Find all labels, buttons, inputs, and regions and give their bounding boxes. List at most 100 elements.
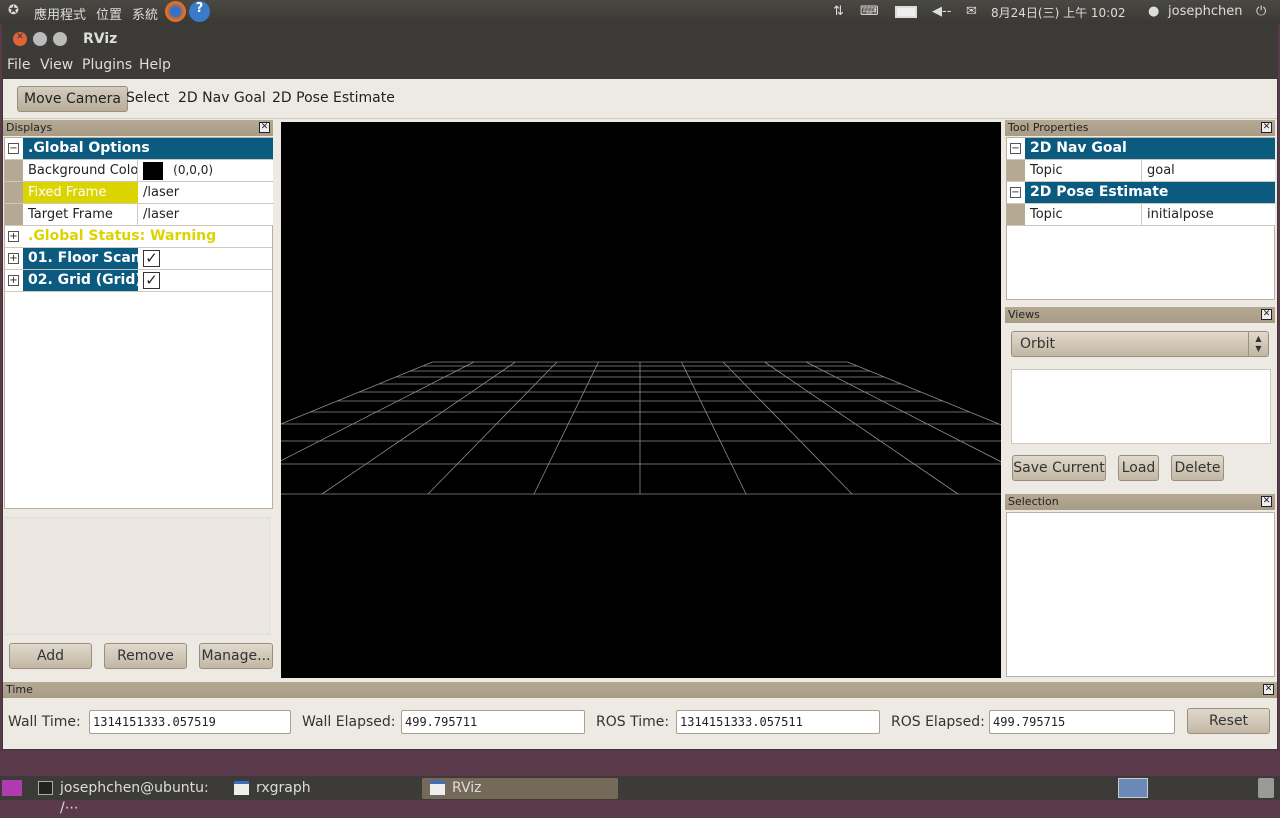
reset-button[interactable]: Reset xyxy=(1187,708,1270,734)
mail-icon[interactable]: ✉ xyxy=(966,4,977,19)
delete-button[interactable]: Delete xyxy=(1171,455,1224,481)
applications-menu[interactable]: 應用程式 xyxy=(34,4,86,23)
displays-panel-header: Displays ✕ xyxy=(3,120,273,136)
collapse-icon[interactable]: − xyxy=(1010,187,1021,198)
load-button[interactable]: Load xyxy=(1118,455,1159,481)
taskbar-rviz[interactable]: RViz xyxy=(422,778,618,799)
property-value[interactable]: /laser xyxy=(138,182,273,203)
property-name: Background Colo xyxy=(23,160,138,181)
grid-line xyxy=(321,361,516,495)
wall-elapsed-label: Wall Elapsed: xyxy=(302,714,396,730)
3d-render-view[interactable] xyxy=(281,122,1001,678)
close-window-icon[interactable]: ✕ xyxy=(13,32,27,46)
rviz-window: ✕ RViz File View Plugins Help Move Camer… xyxy=(2,24,1278,750)
collapse-icon[interactable]: − xyxy=(8,143,19,154)
display-grid[interactable]: 02. Grid (Grid) xyxy=(23,270,138,291)
move-camera-tool[interactable]: Move Camera xyxy=(17,86,128,112)
collapse-icon[interactable]: − xyxy=(1010,143,1021,154)
grid-display xyxy=(281,361,1001,495)
title-bar: ✕ RViz xyxy=(3,25,1277,53)
expand-icon[interactable]: + xyxy=(8,275,19,286)
window-icon xyxy=(234,781,249,795)
taskbar: josephchen@ubuntu: /⋯ rxgraph RViz xyxy=(0,776,1280,816)
property-name: Topic xyxy=(1025,204,1142,225)
window-icon xyxy=(430,781,445,795)
time-panel-header: Time ✕ xyxy=(3,682,1277,698)
menu-file[interactable]: File xyxy=(7,57,30,73)
tool-properties-header: Tool Properties ✕ xyxy=(1005,120,1275,136)
selection-tree xyxy=(1006,512,1275,677)
global-status[interactable]: .Global Status: Warning xyxy=(23,226,273,247)
tool-group[interactable]: 2D Pose Estimate xyxy=(1025,182,1275,203)
system-menu[interactable]: 系統 xyxy=(132,4,158,23)
selection-header: Selection ✕ xyxy=(1005,494,1275,510)
expand-icon[interactable]: + xyxy=(8,253,19,264)
minimize-window-icon[interactable] xyxy=(33,32,47,46)
close-icon[interactable]: ✕ xyxy=(1263,684,1274,695)
help-icon[interactable]: ? xyxy=(189,1,210,22)
taskbar-rxgraph[interactable]: rxgraph xyxy=(226,778,422,799)
add-button[interactable]: Add xyxy=(9,643,92,669)
tool-group[interactable]: 2D Nav Goal xyxy=(1025,138,1275,159)
wall-time-label: Wall Time: xyxy=(8,714,81,730)
keyboard-icon[interactable]: ⌨ xyxy=(860,4,879,19)
menu-plugins[interactable]: Plugins xyxy=(82,57,132,73)
grid-line xyxy=(764,361,959,495)
terminal-icon xyxy=(38,781,53,795)
grid-line xyxy=(427,361,558,495)
wall-time-field[interactable]: 1314151333.057519 xyxy=(89,710,291,734)
grid-line xyxy=(533,361,599,495)
user-status-icon[interactable]: ● xyxy=(1148,4,1159,19)
color-swatch[interactable] xyxy=(143,161,163,180)
menu-help[interactable]: Help xyxy=(139,57,171,73)
grid-line xyxy=(847,361,1001,426)
2d-nav-goal-tool[interactable]: 2D Nav Goal xyxy=(172,86,272,112)
battery-icon[interactable] xyxy=(895,6,917,18)
close-icon[interactable]: ✕ xyxy=(1261,122,1272,133)
manage-button[interactable]: Manage... xyxy=(199,643,273,669)
top-panel: ✪ 應用程式 位置 系統 ? ⇅ ⌨ ◀-- ✉ 8月24日(三) 上午 10:… xyxy=(0,0,1280,24)
network-icon[interactable]: ⇅ xyxy=(833,4,844,19)
remove-button[interactable]: Remove xyxy=(104,643,187,669)
property-value[interactable]: initialpose xyxy=(1142,204,1275,225)
volume-icon[interactable]: ◀-- xyxy=(932,4,951,19)
maximize-window-icon[interactable] xyxy=(53,32,67,46)
display-floor-scan[interactable]: 01. Floor Scan xyxy=(23,248,138,269)
global-options-category[interactable]: .Global Options xyxy=(23,138,273,159)
select-tool[interactable]: Select xyxy=(120,86,175,112)
taskbar-terminal[interactable]: josephchen@ubuntu: /⋯ xyxy=(30,778,226,816)
views-header: Views ✕ xyxy=(1005,307,1275,323)
property-name: Target Frame xyxy=(23,204,138,225)
ros-time-label: ROS Time: xyxy=(596,714,670,730)
enabled-checkbox[interactable]: ✓ xyxy=(143,272,160,289)
show-desktop-icon[interactable] xyxy=(2,780,22,796)
wall-elapsed-field[interactable]: 499.795711 xyxy=(401,710,585,734)
ros-time-field[interactable]: 1314151333.057511 xyxy=(676,710,880,734)
property-value[interactable]: /laser xyxy=(138,204,273,225)
close-icon[interactable]: ✕ xyxy=(1261,309,1272,320)
2d-pose-estimate-tool[interactable]: 2D Pose Estimate xyxy=(266,86,401,112)
saved-views-list[interactable] xyxy=(1011,369,1271,444)
trash-icon[interactable] xyxy=(1258,778,1274,798)
property-value[interactable]: goal xyxy=(1142,160,1275,181)
view-type-select[interactable]: Orbit ▲ ▼ xyxy=(1011,331,1269,357)
close-icon[interactable]: ✕ xyxy=(1261,496,1272,507)
workspace-switcher-icon[interactable] xyxy=(1118,778,1148,798)
enabled-checkbox[interactable]: ✓ xyxy=(143,250,160,267)
property-name: Topic xyxy=(1025,160,1142,181)
property-value[interactable]: (0,0,0) xyxy=(138,160,273,181)
tool-properties-tree: −2D Nav Goal Topic goal −2D Pose Estimate… xyxy=(1006,137,1275,300)
user-name[interactable]: josephchen xyxy=(1168,4,1242,19)
expand-icon[interactable]: + xyxy=(8,231,19,242)
save-current-button[interactable]: Save Current xyxy=(1012,455,1106,481)
menu-view[interactable]: View xyxy=(40,57,73,73)
ros-elapsed-field[interactable]: 499.795715 xyxy=(989,710,1175,734)
clock[interactable]: 8月24日(三) 上午 10:02 xyxy=(991,4,1125,21)
power-icon[interactable]: ⏻ xyxy=(1256,4,1266,19)
places-menu[interactable]: 位置 xyxy=(96,4,122,23)
firefox-icon[interactable] xyxy=(165,1,186,22)
close-icon[interactable]: ✕ xyxy=(259,122,270,133)
property-name: Fixed Frame xyxy=(23,182,138,203)
ubuntu-logo-icon[interactable]: ✪ xyxy=(8,3,19,18)
tool-bar: Move Camera Select 2D Nav Goal 2D Pose E… xyxy=(3,79,1277,119)
